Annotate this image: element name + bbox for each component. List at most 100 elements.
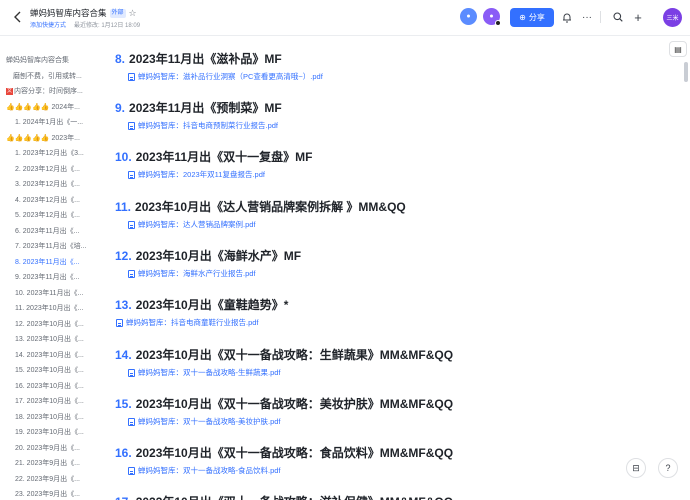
file-attachment-link[interactable]: 蝉妈妈智库：2023年双11复盘报告.pdf — [128, 169, 265, 180]
section-heading: 13. 2023年10月出《童鞋趋势》* — [115, 296, 288, 313]
file-attachment-link[interactable]: 蝉妈妈智库：抖音电商预制菜行业报告.pdf — [128, 120, 278, 131]
section-heading: 15. 2023年10月出《双十一备战攻略：美妆护肤》MM&MF&QQ — [115, 395, 453, 412]
star-icon[interactable]: ☆ — [129, 8, 137, 19]
heading-text: 2023年11月出《滋补品》MF — [129, 52, 282, 66]
toc-item[interactable]: 蝉妈妈智库内容合集 — [6, 53, 96, 68]
toc-item[interactable]: 6. 2023年11月出《... — [15, 224, 96, 239]
bell-icon[interactable] — [559, 9, 575, 25]
file-name: 蝉妈妈智库：双十一备战攻略-生鲜蔬果.pdf — [138, 368, 281, 377]
toc-item-label: 1. 2024年1月出《一... — [15, 119, 84, 126]
heading-number: 10. — [115, 150, 132, 164]
toc-item[interactable]: 磨刨不费，引用或转... — [13, 69, 96, 84]
heading-number: 8. — [115, 52, 126, 66]
toc-item-label: 21. 2023年9月出《... — [15, 460, 80, 467]
page-view-icon[interactable]: ⊟ — [626, 458, 646, 478]
toc-item-label: 16. 2023年10月出《... — [15, 382, 84, 390]
file-name: 蝉妈妈智库：双十一备战攻略-食品饮料.pdf — [138, 466, 281, 475]
toc-item[interactable]: 11. 2023年10月出《... — [15, 301, 96, 316]
toc-item[interactable]: 3. 2023年12月出《... — [15, 177, 96, 192]
section-heading: 10. 2023年11月出《双十一复盘》MF — [115, 148, 312, 165]
heading-text: 2023年11月出《双十一复盘》MF — [135, 150, 313, 164]
toc-item[interactable]: 16. 2023年10月出《... — [15, 379, 96, 394]
toc-item[interactable]: 13. 2023年10月出《... — [15, 332, 96, 347]
toc-item[interactable]: 20. 2023年9月出《... — [15, 441, 96, 456]
plus-icon[interactable]: + — [630, 9, 646, 25]
toc-item[interactable]: 23. 2023年9月出《... — [15, 487, 96, 500]
doc-icon: 文 — [6, 87, 13, 95]
toc-item-label: 👍👍👍👍👍 2023年... — [6, 134, 80, 142]
toc-sidebar: 蝉妈妈智库内容合集 磨刨不费，引用或转... 文内容分享：时间倒序... 👍👍👍👍👍 … — [0, 36, 96, 500]
file-icon — [128, 269, 135, 278]
file-name: 蝉妈妈智库：抖音电商童鞋行业报告.pdf — [126, 318, 259, 327]
app-window: 蝉妈妈智库内容合集 外部 ☆ 添加快捷方式 最近修改: 1月12日 18:09 … — [0, 0, 690, 500]
file-icon — [116, 318, 123, 327]
heading-number: 12. — [115, 249, 132, 263]
file-name: 蝉妈妈智库：滋补品行业洞察（PC查看更高清哦~）.pdf — [138, 72, 323, 81]
file-attachment-link[interactable]: 蝉妈妈智库：抖音电商童鞋行业报告.pdf — [116, 317, 259, 328]
collaborator-avatar[interactable]: ● — [483, 8, 501, 26]
toc-item[interactable]: 1. 2024年1月出《一... — [15, 115, 96, 130]
heading-number: 9. — [115, 101, 126, 115]
share-label: 分享 — [528, 13, 545, 22]
toc-item-label: 19. 2023年10月出《... — [15, 429, 84, 436]
add-shortcut-link[interactable]: 添加快捷方式 — [30, 20, 66, 29]
toc-item-label: 15. 2023年10月出《... — [15, 367, 84, 374]
section-heading: 14. 2023年10月出《双十一备战攻略：生鲜蔬果》MM&MF&QQ — [115, 346, 453, 363]
toc-item[interactable]: 4. 2023年12月出《... — [15, 193, 96, 208]
toc-item[interactable]: 17. 2023年10月出《... — [15, 394, 96, 409]
page-title[interactable]: 蝉妈妈智库内容合集 — [30, 7, 107, 19]
toc-item[interactable]: 9. 2023年11月出《... — [15, 270, 96, 285]
toc-item-label: 2. 2023年12月出《... — [15, 165, 80, 173]
file-icon — [128, 368, 135, 377]
file-attachment-link[interactable]: 蝉妈妈智库：双十一备战攻略-美妆护肤.pdf — [128, 416, 281, 427]
heading-number: 15. — [115, 397, 132, 411]
search-icon[interactable] — [610, 9, 626, 25]
toc-item-label: 13. 2023年10月出《... — [15, 336, 84, 343]
toc-item[interactable]: 2. 2023年12月出《... — [15, 162, 96, 177]
comment-icon[interactable]: ▤ — [669, 41, 687, 57]
chevron-left-icon[interactable] — [10, 9, 26, 25]
toc-item[interactable]: 5. 2023年12月出《... — [15, 208, 96, 223]
more-icon[interactable]: ··· — [579, 9, 595, 25]
file-attachment-link[interactable]: 蝉妈妈智库：滋补品行业洞察（PC查看更高清哦~）.pdf — [128, 71, 323, 82]
toc-item[interactable]: 18. 2023年10月出《... — [15, 410, 96, 425]
file-icon — [128, 72, 135, 81]
doc-title-row: 蝉妈妈智库内容合集 外部 ☆ — [30, 7, 137, 19]
file-attachment-link[interactable]: 蝉妈妈智库：达人营销品牌案例.pdf — [128, 219, 256, 230]
toc-item[interactable]: 10. 2023年11月出《... — [15, 286, 96, 301]
toc-item-label: 4. 2023年12月出《... — [15, 196, 80, 204]
toc-item[interactable]: 12. 2023年10月出《... — [15, 317, 96, 332]
toc-item[interactable]: 15. 2023年10月出《... — [15, 363, 96, 378]
file-attachment-link[interactable]: 蝉妈妈智库：海鲜水产行业报告.pdf — [128, 268, 256, 279]
share-button[interactable]: ⊕ 分享 — [510, 8, 554, 27]
file-icon — [128, 466, 135, 475]
collaborator-avatar[interactable]: ● — [460, 8, 477, 25]
toc-item-label: 17. 2023年10月出《... — [15, 398, 84, 405]
toc-item[interactable]: 8. 2023年11月出《... — [15, 255, 96, 270]
file-name: 蝉妈妈智库：双十一备战攻略-美妆护肤.pdf — [138, 417, 281, 426]
file-name: 蝉妈妈智库：抖音电商预制菜行业报告.pdf — [138, 121, 279, 130]
file-attachment-link[interactable]: 蝉妈妈智库：双十一备战攻略-生鲜蔬果.pdf — [128, 367, 281, 378]
toc-item[interactable]: 22. 2023年9月出《... — [15, 472, 96, 487]
toc-item[interactable]: 19. 2023年10月出《... — [15, 425, 96, 440]
section-heading: 11. 2023年10月出《达人营销品牌案例拆解 》MM&QQ — [115, 198, 406, 215]
help-icon[interactable]: ? — [658, 458, 678, 478]
toc-item[interactable]: 👍👍👍👍👍 2023年... — [6, 131, 96, 146]
heading-number: 17. — [115, 495, 132, 500]
file-name: 蝉妈妈智库：达人营销品牌案例.pdf — [138, 220, 256, 229]
toc-item-label: 内容分享：时间倒序... — [14, 88, 83, 95]
heading-number: 14. — [115, 348, 132, 362]
toc-item[interactable]: 文内容分享：时间倒序... — [6, 84, 96, 99]
heading-text: 2023年10月出《童鞋趋势》* — [135, 298, 289, 312]
toc-item[interactable]: 👍👍👍👍👍 2024年... — [6, 100, 96, 115]
file-icon — [128, 220, 135, 229]
avatar[interactable]: 三米 — [663, 8, 682, 27]
toc-item[interactable]: 1. 2023年12月出《3... — [15, 146, 96, 161]
file-icon — [128, 170, 135, 179]
toc-item[interactable]: 21. 2023年9月出《... — [15, 456, 96, 471]
file-icon — [128, 121, 135, 130]
file-attachment-link[interactable]: 蝉妈妈智库：双十一备战攻略-食品饮料.pdf — [128, 465, 281, 476]
scrollbar[interactable] — [684, 62, 688, 82]
toc-item[interactable]: 14. 2023年10月出《... — [15, 348, 96, 363]
toc-item[interactable]: 7. 2023年11月出《培... — [15, 239, 96, 254]
